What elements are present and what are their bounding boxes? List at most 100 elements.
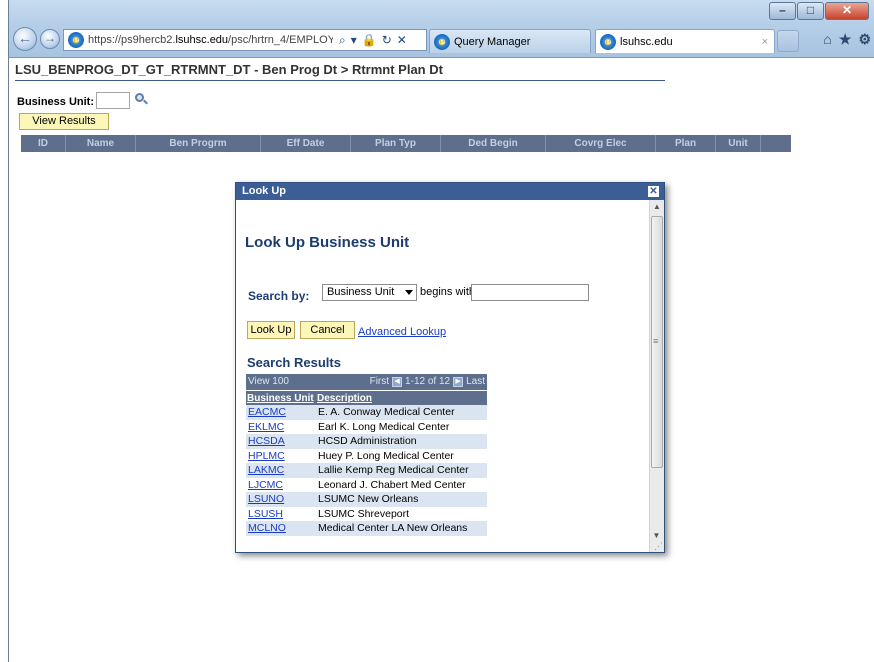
back-button[interactable]: ← — [13, 27, 37, 51]
next-page-icon[interactable]: ▶ — [453, 377, 464, 387]
description-cell: Huey P. Long Medical Center — [316, 448, 487, 463]
description-cell: Lallie Kemp Reg Medical Center — [316, 463, 487, 478]
scroll-grip-icon: ≡ — [653, 336, 659, 346]
table-row: LSUSH LSUMC Shreveport — [246, 506, 487, 521]
page-title: LSU_BENPROG_DT_GT_RTRMNT_DT - Ben Prog D… — [15, 62, 443, 77]
business-unit-label: Business Unit: — [17, 96, 95, 108]
ie-icon: e — [434, 33, 450, 50]
lookup-window-title: Look Up — [242, 185, 286, 197]
business-unit-input[interactable] — [96, 92, 130, 109]
col-ded-begin: Ded Begin — [441, 135, 546, 152]
lookup-button[interactable]: Look Up — [247, 321, 295, 339]
table-row: LSUNO LSUMC New Orleans — [246, 492, 487, 507]
table-row: LJCMC Leonard J. Chabert Med Center — [246, 477, 487, 492]
search-field-select[interactable]: Business Unit — [322, 284, 417, 301]
results-table: Business Unit Description EACMC E. A. Con… — [246, 391, 487, 536]
lookup-titlebar[interactable]: Look Up ✕ — [236, 183, 664, 200]
description-cell: LSUMC Shreveport — [316, 506, 487, 521]
browser-chrome: – □ ✕ ← → e https://ps9hercb2.lsuhsc.edu… — [9, 0, 874, 58]
forward-button[interactable]: → — [40, 29, 60, 49]
maximize-button[interactable]: □ — [797, 2, 824, 20]
minimize-button[interactable]: – — [769, 2, 796, 20]
business-unit-link[interactable]: HCSDA — [246, 434, 316, 449]
lock-icon[interactable]: 🔒 — [362, 33, 377, 48]
search-value-input[interactable] — [471, 284, 589, 301]
ie-icon: e — [600, 33, 616, 50]
business-unit-link[interactable]: LJCMC — [246, 477, 316, 492]
address-bar[interactable]: e https://ps9hercb2.lsuhsc.edu/psc/hrtrn… — [63, 29, 427, 51]
business-unit-link[interactable]: LSUNO — [246, 492, 316, 507]
arrow-left-icon: ← — [18, 30, 32, 46]
close-tab-icon[interactable]: × — [762, 36, 768, 48]
search-results-title: Search Results — [247, 355, 341, 370]
url-text[interactable]: https://ps9hercb2.lsuhsc.edu/psc/hrtrn_4… — [88, 34, 333, 46]
tab-label: Query Manager — [454, 35, 531, 48]
tab-label: lsuhsc.edu — [620, 35, 673, 48]
col-covrg-elec: Covrg Elec — [546, 135, 656, 152]
col-ben-progrm: Ben Progrm — [136, 135, 261, 152]
refresh-icon[interactable]: ↻ — [382, 33, 392, 48]
arrow-right-icon: → — [44, 31, 56, 45]
table-row: LAKMC Lallie Kemp Reg Medical Center — [246, 463, 487, 478]
page-range: 1-12 of 12 — [405, 376, 451, 387]
table-row: EKLMC Earl K. Long Medical Center — [246, 419, 487, 434]
close-icon[interactable]: ✕ — [648, 186, 659, 197]
advanced-lookup-link[interactable]: Advanced Lookup — [358, 326, 446, 338]
resize-grip-icon[interactable]: ⋰ — [654, 541, 663, 552]
table-row: EACMC E. A. Conway Medical Center — [246, 405, 487, 420]
home-icon[interactable]: ⌂ — [823, 31, 831, 48]
tab-lsuhsc[interactable]: e lsuhsc.edu × — [595, 29, 775, 53]
col-name: Name — [66, 135, 136, 152]
description-cell: HCSD Administration — [316, 434, 487, 449]
table-row: HPLMC Huey P. Long Medical Center — [246, 448, 487, 463]
results-grid-header: ID Name Ben Progrm Eff Date Plan Typ Ded… — [21, 135, 791, 152]
prev-page-icon[interactable]: ◀ — [392, 377, 403, 387]
col-description[interactable]: Description — [316, 391, 487, 405]
description-cell: Medical Center LA New Orleans — [316, 521, 487, 536]
search-by-label: Search by: — [248, 289, 310, 303]
search-icon[interactable]: ⌕ — [339, 33, 346, 48]
lookup-magnifier-icon[interactable] — [134, 92, 148, 106]
results-pager: View 100 First ◀ 1-12 of 12 ▶ Last — [246, 374, 487, 390]
table-row: HCSDA HCSD Administration — [246, 434, 487, 449]
description-cell: Earl K. Long Medical Center — [316, 419, 487, 434]
address-tools: ⌕ ▾ 🔒 ↻ ✕ — [339, 33, 407, 48]
col-unit: Unit — [716, 135, 761, 152]
col-plan: Plan — [656, 135, 716, 152]
table-row: MCLNO Medical Center LA New Orleans — [246, 521, 487, 536]
last-link[interactable]: Last — [466, 374, 485, 390]
business-unit-link[interactable]: LSUSH — [246, 506, 316, 521]
stop-icon[interactable]: ✕ — [397, 33, 407, 48]
view-100-link[interactable]: View 100 — [248, 374, 289, 390]
gear-icon[interactable]: ⚙ — [858, 31, 871, 48]
scroll-up-icon[interactable]: ▲ — [650, 200, 664, 214]
dropdown-icon[interactable]: ▾ — [351, 33, 357, 48]
business-unit-link[interactable]: LAKMC — [246, 463, 316, 478]
search-field-value: Business Unit — [327, 286, 395, 298]
cancel-button[interactable]: Cancel — [300, 321, 355, 339]
lookup-heading: Look Up Business Unit — [245, 234, 410, 251]
lookup-dialog: Look Up ✕ Look Up Business Unit Search b… — [235, 182, 665, 553]
close-window-button[interactable]: ✕ — [825, 2, 869, 20]
business-unit-link[interactable]: EACMC — [246, 405, 316, 420]
pager-nav: First ◀ 1-12 of 12 ▶ Last — [370, 374, 485, 390]
window-controls: – □ ✕ — [768, 2, 869, 20]
tab-query-manager[interactable]: e Query Manager — [429, 29, 591, 53]
ie-icon: e — [68, 32, 84, 48]
new-tab-button[interactable] — [777, 30, 799, 52]
search-operator: begins with — [420, 286, 476, 298]
results-header-row: Business Unit Description — [246, 391, 487, 405]
col-business-unit[interactable]: Business Unit — [246, 391, 316, 405]
description-cell: E. A. Conway Medical Center — [316, 405, 487, 420]
business-unit-link[interactable]: HPLMC — [246, 448, 316, 463]
lookup-body: Look Up Business Unit Search by: Busines… — [236, 200, 649, 552]
business-unit-link[interactable]: MCLNO — [246, 521, 316, 536]
view-results-button[interactable]: View Results — [19, 113, 109, 130]
col-plan-typ: Plan Typ — [351, 135, 441, 152]
description-cell: Leonard J. Chabert Med Center — [316, 477, 487, 492]
business-unit-link[interactable]: EKLMC — [246, 419, 316, 434]
favorites-star-icon[interactable]: ★ — [839, 31, 852, 48]
dialog-scrollbar[interactable]: ▲ ≡ ▼ — [649, 200, 664, 552]
title-divider — [15, 80, 665, 81]
first-link[interactable]: First — [370, 374, 389, 390]
